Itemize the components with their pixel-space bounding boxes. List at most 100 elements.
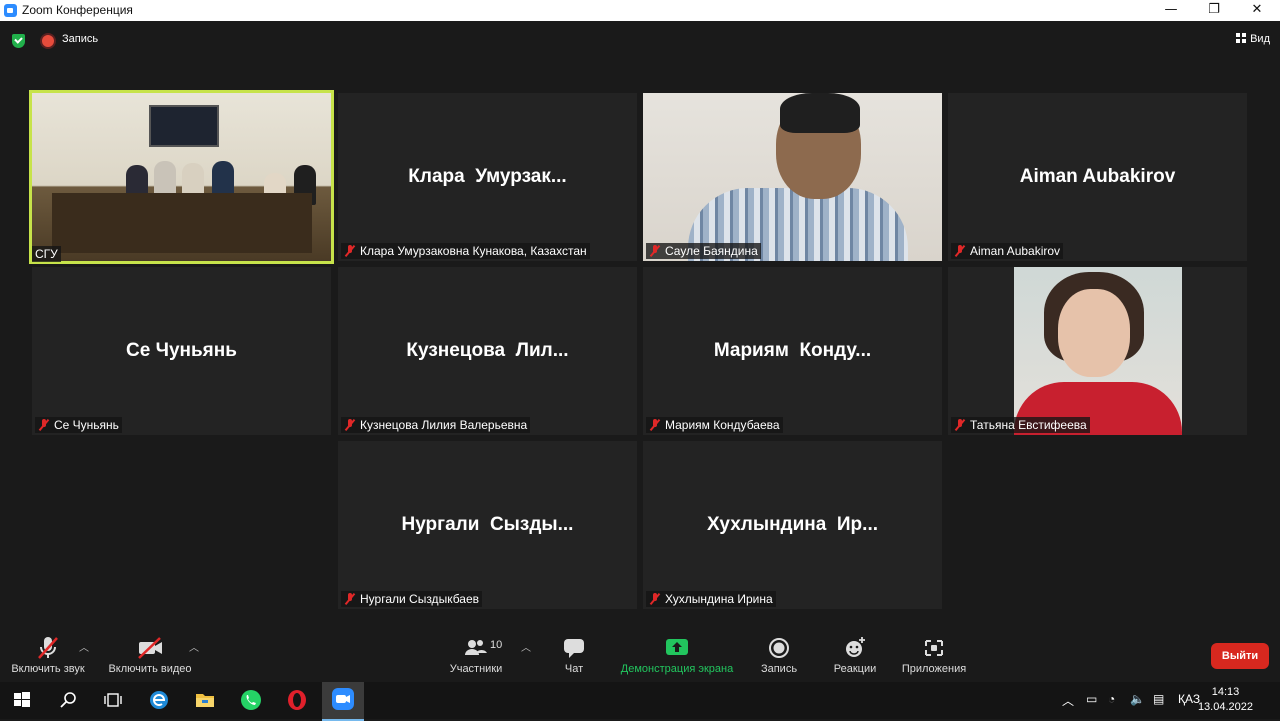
record-label: Запись (760, 663, 798, 675)
search-icon[interactable] (56, 688, 82, 712)
zoom-taskbar-icon[interactable] (322, 682, 364, 721)
whatsapp-icon[interactable] (239, 688, 265, 712)
clock-date: 13.04.2022 (1197, 701, 1253, 713)
reactions-label: Реакции (833, 663, 877, 675)
recording-icon[interactable] (42, 35, 54, 47)
video-tile-se[interactable]: Се Чуньянь Се Чуньянь (32, 267, 331, 435)
recording-label[interactable]: Запись (62, 33, 98, 45)
muted-mic-icon (344, 593, 356, 605)
muted-mic-icon (954, 245, 966, 257)
participant-label: СГУ (32, 246, 61, 262)
participant-label: Се Чуньянь (35, 417, 122, 433)
conference-room-video (32, 93, 331, 261)
audio-options-caret-icon[interactable]: ︿ (79, 639, 89, 654)
window-titlebar: Zoom Конференция — ❐ ✕ (0, 0, 1280, 21)
apps-label: Приложения (901, 663, 967, 675)
unmute-label: Включить звук (11, 663, 85, 675)
start-video-button[interactable]: Включить видео (104, 629, 196, 682)
muted-microphone-icon (6, 635, 90, 661)
share-screen-label: Демонстрация экрана (620, 663, 734, 675)
participants-button[interactable]: 10 Участники (446, 629, 506, 682)
participant-display-name: Aiman Aubakirov (1019, 166, 1176, 187)
video-tile-sgu[interactable]: СГУ (29, 90, 334, 264)
share-screen-button[interactable]: Демонстрация экрана (616, 629, 738, 682)
windows-start-icon[interactable] (10, 688, 36, 712)
participant-label: Хухлындина Ирина (646, 591, 776, 607)
edge-browser-icon[interactable] (147, 688, 173, 712)
start-video-label: Включить видео (108, 663, 192, 675)
muted-mic-icon (954, 419, 966, 431)
notification-icon[interactable]: ▤ (1153, 692, 1164, 706)
zoom-app-icon (4, 4, 17, 17)
show-hidden-icons-caret[interactable]: ︿ (1062, 692, 1074, 709)
apps-button[interactable]: Приложения (896, 629, 972, 682)
participant-display-name: Клара Умурзак... (408, 166, 567, 187)
battery-icon[interactable]: ▭ (1086, 692, 1097, 706)
language-indicator[interactable]: ҚАЗ (1178, 692, 1200, 706)
video-tile-aiman[interactable]: Aiman Aubakirov Aiman Aubakirov (948, 93, 1247, 261)
meeting-topbar: Запись Вид (0, 21, 1280, 61)
reactions-button[interactable]: Реакции (829, 629, 881, 682)
view-button[interactable]: Вид (1236, 33, 1270, 45)
video-off-icon (104, 635, 196, 661)
video-tile-kuznetsova[interactable]: Кузнецова Лил... Кузнецова Лилия Валерье… (338, 267, 637, 435)
meeting-toolbar: Включить звук ︿ Включить видео ︿ 10 Учас… (0, 629, 1280, 682)
windows-taskbar: ︿ ▭ ◔ 🔈 ▤ ҚАЗ 14:13 13.04.2022 (0, 682, 1280, 721)
video-tile-tatyana[interactable]: Татьяна Евстифеева (948, 267, 1247, 435)
record-icon (757, 635, 801, 661)
close-button[interactable]: ✕ (1234, 0, 1280, 21)
participant-video (643, 93, 942, 261)
participants-options-caret-icon[interactable]: ︿ (521, 639, 531, 654)
participant-label: Aiman Aubakirov (951, 243, 1064, 259)
participant-label: Сауле Баяндина (646, 243, 761, 259)
participant-label: Мариям Кондубаева (646, 417, 783, 433)
muted-mic-icon (344, 245, 356, 257)
participant-display-name: Кузнецова Лил... (406, 340, 569, 361)
participants-count: 10 (490, 639, 503, 651)
restore-button[interactable]: ❐ (1191, 0, 1237, 21)
share-screen-icon (616, 635, 738, 661)
participant-display-name: Мариям Конду... (713, 340, 872, 361)
wifi-icon[interactable]: ◔ (1108, 692, 1115, 706)
chat-icon (554, 635, 594, 661)
file-explorer-icon[interactable] (193, 688, 219, 712)
participants-icon: 10 (446, 635, 506, 661)
volume-icon[interactable]: 🔈 (1130, 692, 1145, 706)
view-label: Вид (1250, 33, 1270, 45)
chat-label: Чат (564, 663, 584, 675)
participant-label: Кузнецова Лилия Валерьевна (341, 417, 531, 433)
system-clock[interactable]: 14:13 13.04.2022 (1198, 685, 1253, 715)
video-tile-khukhlyndina[interactable]: Хухлындина Ир... Хухлындина Ирина (643, 441, 942, 609)
muted-mic-icon (38, 419, 50, 431)
video-tile-mariyam[interactable]: Мариям Конду... Мариям Кондубаева (643, 267, 942, 435)
muted-mic-icon (649, 245, 661, 257)
video-tile-nurgali[interactable]: Нургали Сызды... Нургали Сыздыкбаев (338, 441, 637, 609)
grid-view-icon (1236, 33, 1247, 43)
video-tile-saule[interactable]: Сауле Баяндина (643, 93, 942, 261)
chat-button[interactable]: Чат (554, 629, 594, 682)
window-title: Zoom Конференция (22, 3, 133, 17)
muted-mic-icon (649, 593, 661, 605)
clock-time: 14:13 (1211, 686, 1240, 698)
participant-display-name: Хухлындина Ир... (707, 514, 878, 535)
apps-icon (896, 635, 972, 661)
muted-mic-icon (649, 419, 661, 431)
shield-icon[interactable] (12, 34, 25, 48)
video-tile-klara[interactable]: Клара Умурзак... Клара Умурзаковна Кунак… (338, 93, 637, 261)
muted-mic-icon (344, 419, 356, 431)
participant-video (1014, 267, 1182, 435)
leave-button[interactable]: Выйти (1211, 643, 1269, 669)
record-button[interactable]: Запись (757, 629, 801, 682)
participant-label: Клара Умурзаковна Кунакова, Казахстан (341, 243, 590, 259)
minimize-button[interactable]: — (1148, 0, 1194, 21)
participant-display-name: Нургали Сызды... (401, 514, 574, 535)
participants-label: Участники (449, 663, 503, 675)
opera-browser-icon[interactable] (285, 688, 311, 712)
smiley-plus-icon (829, 635, 881, 661)
unmute-button[interactable]: Включить звук (6, 629, 90, 682)
video-options-caret-icon[interactable]: ︿ (189, 639, 199, 654)
participant-label: Нургали Сыздыкбаев (341, 591, 483, 607)
task-view-icon[interactable] (101, 688, 127, 712)
participant-display-name: Се Чуньянь (126, 340, 237, 361)
participant-label: Татьяна Евстифеева (951, 417, 1090, 433)
